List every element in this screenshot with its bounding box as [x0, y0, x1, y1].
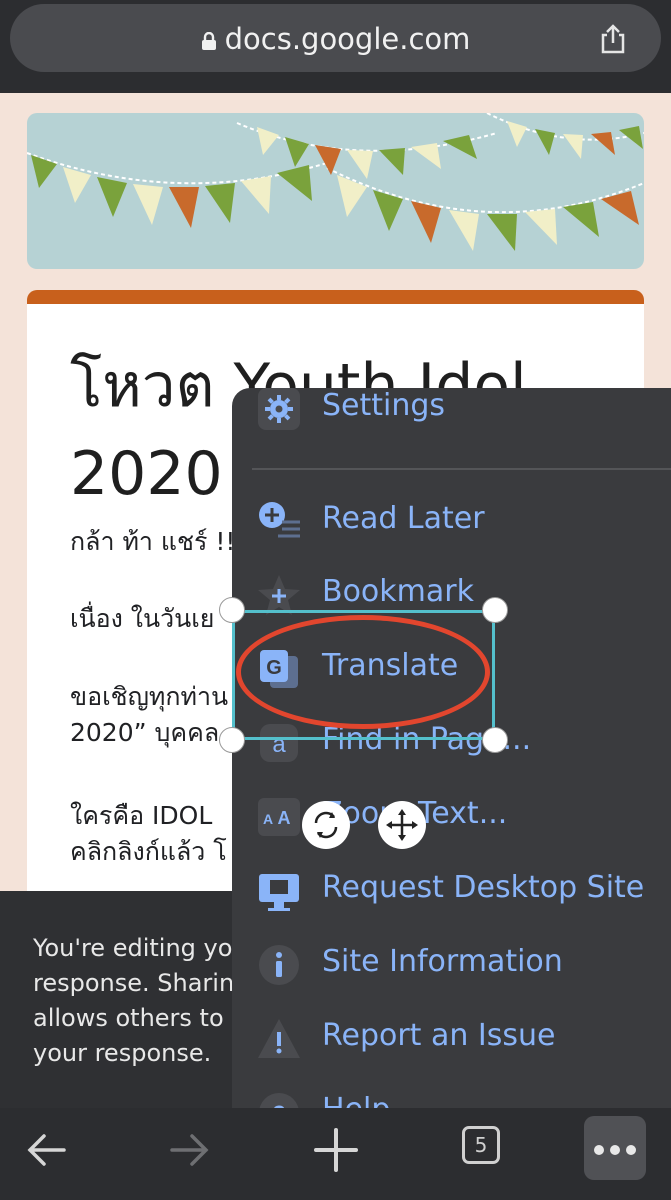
more-dot-icon — [594, 1145, 604, 1155]
warning-icon — [258, 1019, 300, 1058]
tab-switcher-button[interactable]: 5 — [462, 1126, 500, 1164]
menu-item-label: Report an Issue — [322, 1018, 556, 1053]
help-icon: ? — [259, 1093, 299, 1108]
resize-handle[interactable] — [482, 727, 508, 753]
menu-item-read-later[interactable]: Read Later — [232, 493, 671, 553]
resize-handle[interactable] — [482, 597, 508, 623]
form-paragraph: ใครคือ IDOL — [70, 801, 213, 830]
bunting-illustration — [27, 113, 644, 251]
text-size-icon: A A — [258, 798, 300, 836]
url-display[interactable]: docs.google.com — [10, 22, 661, 56]
more-dot-icon — [626, 1145, 636, 1155]
more-dot-icon — [610, 1145, 620, 1155]
share-icon[interactable] — [599, 24, 627, 54]
browser-bottom-toolbar: 5 — [0, 1108, 671, 1200]
more-menu-button[interactable] — [584, 1116, 646, 1180]
rotate-button[interactable] — [302, 801, 350, 849]
url-text: docs.google.com — [224, 22, 471, 56]
form-paragraph: ขอเชิญทุกท่าน — [70, 682, 229, 711]
menu-item-label: Settings — [322, 388, 446, 423]
overflow-menu: Settings Read Later Bookmark G Translate… — [232, 388, 671, 1108]
svg-text:A: A — [278, 808, 291, 828]
header-banner-image — [27, 113, 644, 269]
menu-item-help[interactable]: ? Help — [232, 1084, 671, 1108]
resize-handle[interactable] — [219, 727, 245, 753]
menu-item-label: Help — [322, 1092, 390, 1108]
browser-top-bar: docs.google.com — [0, 0, 671, 93]
info-icon — [259, 945, 299, 985]
move-button[interactable] — [378, 801, 426, 849]
desktop-icon — [259, 874, 299, 911]
menu-item-report-an-issue[interactable]: Report an Issue — [232, 1010, 671, 1070]
gear-icon — [258, 388, 300, 430]
read-later-icon — [259, 502, 300, 538]
form-paragraph: 2020” บุคคล — [70, 718, 220, 747]
menu-item-label: Bookmark — [322, 574, 474, 609]
svg-text:A: A — [263, 811, 273, 827]
address-bar[interactable]: docs.google.com — [10, 4, 661, 72]
annotation-selection-box[interactable] — [232, 610, 495, 740]
menu-item-site-information[interactable]: Site Information — [232, 936, 671, 996]
resize-handle[interactable] — [219, 597, 245, 623]
form-paragraph: เนื่อง ในวันเย — [70, 604, 215, 633]
new-tab-plus-icon[interactable] — [306, 1120, 366, 1180]
menu-divider — [252, 468, 671, 470]
lock-icon — [201, 32, 216, 50]
form-paragraph: คลิกลิงก์แล้ว โ — [70, 837, 227, 866]
menu-item-label: Site Information — [322, 944, 563, 979]
forward-arrow-icon[interactable] — [160, 1120, 220, 1180]
menu-item-label: Request Desktop Site — [322, 870, 645, 905]
menu-item-settings[interactable]: Settings — [232, 388, 671, 448]
rotate-icon — [314, 811, 338, 839]
menu-item-request-desktop-site[interactable]: Request Desktop Site — [232, 862, 671, 922]
svg-text:?: ? — [272, 1101, 285, 1108]
back-arrow-icon[interactable] — [16, 1120, 76, 1180]
menu-item-label: Read Later — [322, 501, 485, 536]
move-arrows-icon — [386, 809, 418, 841]
menu-item-zoom-text[interactable]: A A Zoom Text... — [232, 788, 671, 848]
form-paragraph: กล้า ท้า แชร์ !! — [70, 527, 236, 556]
